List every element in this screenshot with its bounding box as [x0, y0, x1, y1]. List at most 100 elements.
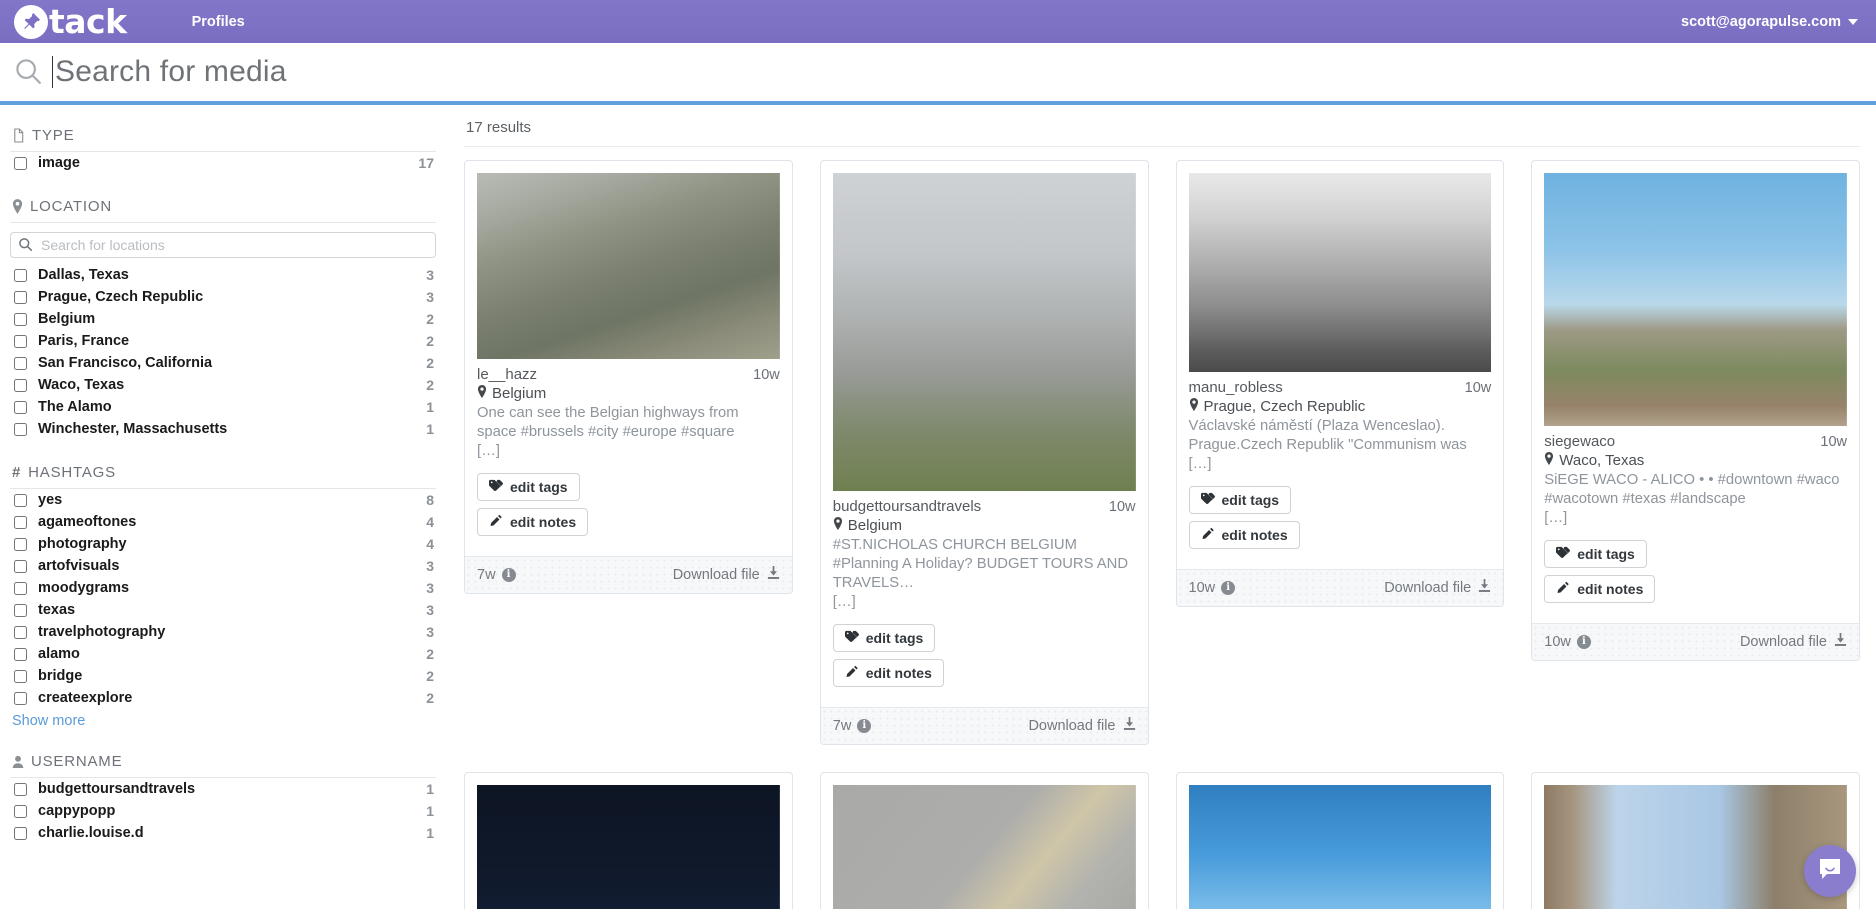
media-thumbnail[interactable]	[477, 784, 780, 909]
facet-row-agameoftones[interactable]: agameoftones 4	[10, 511, 436, 533]
edit-notes-button[interactable]: edit notes	[832, 658, 944, 687]
facet-label: Dallas, Texas	[38, 267, 129, 283]
info-icon[interactable]: i	[1221, 580, 1236, 595]
media-thumbnail[interactable]	[1188, 173, 1492, 372]
info-icon[interactable]: i	[501, 567, 516, 582]
media-thumbnail[interactable]	[1544, 173, 1847, 426]
facet-checkbox[interactable]	[14, 493, 27, 507]
facet-checkbox[interactable]	[14, 669, 27, 683]
brand-logo[interactable]: tack	[14, 0, 127, 43]
media-card[interactable]: budgettoursandtravels 10w Belgium #ST.NI…	[819, 160, 1149, 745]
edit-notes-button[interactable]: edit notes	[1544, 574, 1656, 603]
facet-row-dallas-texas[interactable]: Dallas, Texas 3	[10, 264, 436, 286]
facet-count: 1	[426, 781, 434, 797]
media-card-footer: 7w i Download file	[820, 706, 1148, 744]
facet-checkbox[interactable]	[14, 378, 27, 392]
facet-count: 3	[426, 558, 434, 574]
facet-row-san-francisco-california[interactable]: San Francisco, California 2	[10, 352, 436, 374]
media-thumbnail[interactable]	[832, 784, 1136, 909]
edit-tags-button[interactable]: edit tags	[477, 472, 580, 501]
media-search-bar[interactable]: Search for media	[0, 43, 1876, 105]
info-icon[interactable]: i	[857, 718, 872, 733]
media-caption-ellipsis: […]	[832, 593, 856, 610]
location-pin-icon	[1189, 398, 1199, 415]
facet-checkbox[interactable]	[14, 422, 27, 436]
info-icon[interactable]: i	[1576, 634, 1591, 649]
facet-checkbox[interactable]	[14, 356, 27, 370]
edit-tags-button[interactable]: edit tags	[1188, 485, 1292, 514]
facet-row-bridge[interactable]: bridge 2	[10, 665, 436, 687]
location-pin-icon	[12, 199, 23, 214]
facet-row-texas[interactable]: texas 3	[10, 599, 436, 621]
facet-row-createexplore[interactable]: createexplore 2	[10, 687, 436, 709]
facet-row-alamo[interactable]: alamo 2	[10, 643, 436, 665]
top-navigation-bar: tack Profiles scott@agorapulse.com	[0, 0, 1876, 43]
facet-checkbox[interactable]	[14, 691, 27, 705]
download-file-button[interactable]: Download file	[1384, 578, 1491, 597]
facet-checkbox[interactable]	[14, 603, 27, 617]
facet-row-moodygrams[interactable]: moodygrams 3	[10, 577, 436, 599]
search-input[interactable]: Search for media	[55, 55, 287, 89]
facet-row-belgium[interactable]: Belgium 2	[10, 308, 436, 330]
facet-checkbox[interactable]	[14, 826, 27, 840]
user-account-menu[interactable]: scott@agorapulse.com	[1681, 14, 1858, 30]
facet-row-travelphotography[interactable]: travelphotography 3	[10, 621, 436, 643]
facet-checkbox[interactable]	[14, 334, 27, 348]
facet-row-artofvisuals[interactable]: artofvisuals 3	[10, 555, 436, 577]
edit-notes-button[interactable]: edit notes	[477, 507, 589, 536]
media-card[interactable]: le__hazz 10w Belgium One can see the Bel…	[464, 160, 793, 594]
media-caption-text: One can see the Belgian highways from sp…	[477, 405, 739, 440]
edit-notes-button[interactable]: edit notes	[1188, 520, 1300, 549]
facet-checkbox[interactable]	[14, 559, 27, 573]
media-username[interactable]: le__hazz	[477, 366, 537, 383]
facet-checkbox[interactable]	[14, 782, 27, 796]
facet-row-image[interactable]: image 17	[10, 152, 436, 174]
facet-checkbox[interactable]	[14, 290, 27, 304]
edit-tags-button[interactable]: edit tags	[832, 623, 936, 652]
download-file-button[interactable]: Download file	[673, 565, 780, 584]
media-card[interactable]: manu_robless 10w Prague, Czech Republic …	[1175, 160, 1505, 607]
download-file-button[interactable]: Download file	[1028, 716, 1135, 735]
facet-checkbox[interactable]	[14, 537, 27, 551]
media-card[interactable]	[819, 771, 1149, 909]
media-thumbnail[interactable]	[832, 173, 1136, 491]
facet-row-waco-texas[interactable]: Waco, Texas 2	[10, 374, 436, 396]
facet-checkbox[interactable]	[14, 581, 27, 595]
media-card[interactable]	[464, 771, 793, 909]
facet-row-cappypopp[interactable]: cappypopp 1	[10, 800, 436, 822]
media-thumbnail[interactable]	[477, 173, 780, 359]
media-card[interactable]	[1175, 771, 1505, 909]
edit-notes-label: edit notes	[510, 513, 577, 530]
facet-checkbox[interactable]	[14, 647, 27, 661]
chat-launcher-button[interactable]	[1804, 845, 1856, 897]
media-thumbnail[interactable]	[1544, 784, 1847, 909]
facet-row-paris-france[interactable]: Paris, France 2	[10, 330, 436, 352]
media-username[interactable]: siegewaco	[1544, 433, 1615, 450]
media-card[interactable]: siegewaco 10w Waco, Texas SiEGE WACO - A…	[1531, 160, 1860, 661]
facet-row-charlie-louise-d[interactable]: charlie.louise.d 1	[10, 822, 436, 844]
facet-checkbox[interactable]	[14, 625, 27, 639]
location-search-wrapper[interactable]	[10, 232, 436, 258]
facet-row-photography[interactable]: photography 4	[10, 533, 436, 555]
facet-checkbox[interactable]	[14, 156, 27, 170]
facet-count: 3	[426, 624, 434, 640]
facet-row-winchester-massachusetts[interactable]: Winchester, Massachusetts 1	[10, 418, 436, 440]
facet-row-the-alamo[interactable]: The Alamo 1	[10, 396, 436, 418]
facet-checkbox[interactable]	[14, 515, 27, 529]
media-thumbnail[interactable]	[1188, 784, 1492, 909]
edit-tags-button[interactable]: edit tags	[1544, 539, 1647, 568]
show-more-hashtags-link[interactable]: Show more	[10, 709, 87, 731]
facet-checkbox[interactable]	[14, 400, 27, 414]
facet-checkbox[interactable]	[14, 268, 27, 282]
facet-row-prague-czech-republic[interactable]: Prague, Czech Republic 3	[10, 286, 436, 308]
nav-item-profiles[interactable]: Profiles	[192, 14, 245, 30]
page-body: TYPE image 17 LOCATION Search for locati…	[0, 105, 1876, 909]
download-file-button[interactable]: Download file	[1740, 632, 1847, 651]
media-username[interactable]: budgettoursandtravels	[833, 498, 981, 515]
facet-row-budgettoursandtravels[interactable]: budgettoursandtravels 1	[10, 778, 436, 800]
facet-checkbox[interactable]	[14, 312, 27, 326]
location-search-input[interactable]	[10, 232, 436, 258]
media-username[interactable]: manu_robless	[1189, 379, 1283, 396]
facet-row-yes[interactable]: yes 8	[10, 489, 436, 511]
facet-checkbox[interactable]	[14, 804, 27, 818]
